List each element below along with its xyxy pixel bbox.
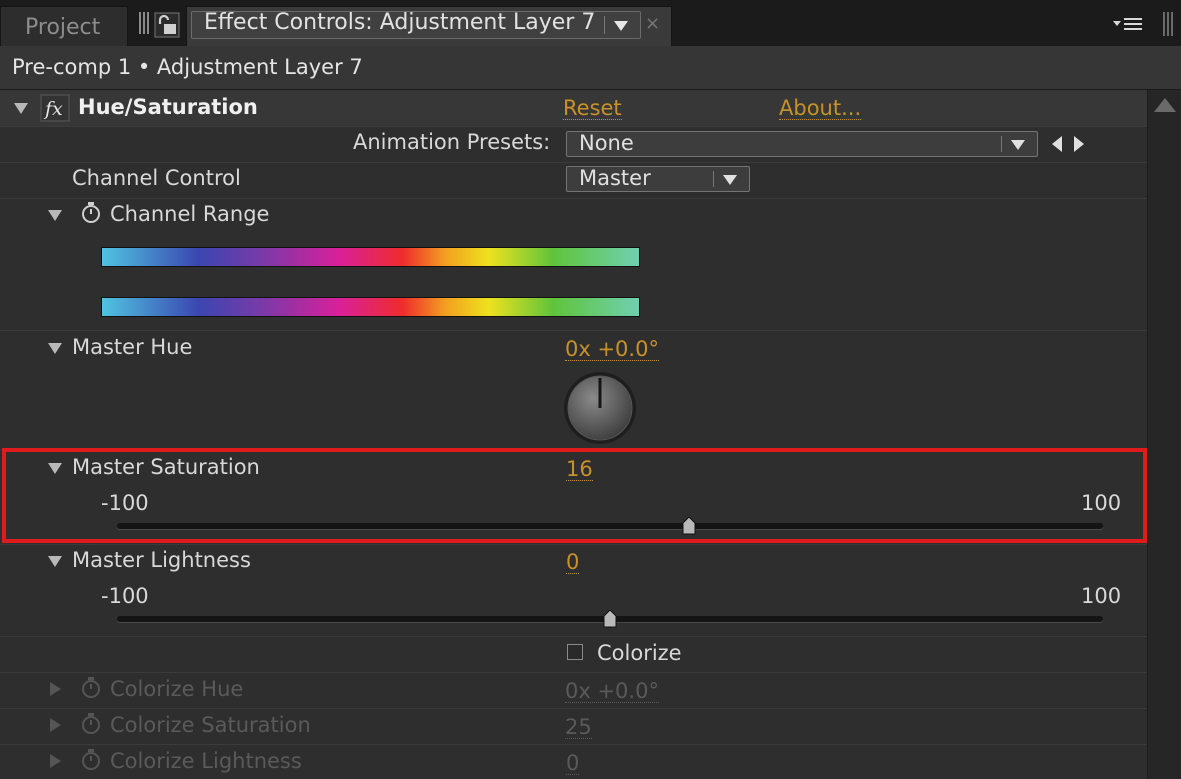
- master-lightness-min: -100: [101, 584, 149, 608]
- animation-presets-label: Animation Presets:: [353, 130, 551, 154]
- colorize-lightness-value: 0: [566, 751, 580, 775]
- row-divider: [0, 744, 1147, 745]
- animation-presets-value: None: [579, 131, 634, 155]
- row-divider: [0, 636, 1147, 637]
- chevron-down-icon: [614, 21, 628, 31]
- twirl-triangle-icon[interactable]: [48, 343, 62, 354]
- effect-controls-layer-dropdown[interactable]: Effect Controls: Adjustment Layer 7: [191, 10, 641, 39]
- breadcrumb: Pre-comp 1 • Adjustment Layer 7: [0, 46, 1181, 90]
- master-lightness-slider-thumb[interactable]: [602, 610, 618, 628]
- twirl-triangle-icon: [50, 682, 61, 696]
- scroll-up-icon[interactable]: [1154, 98, 1176, 112]
- row-divider: [0, 544, 1147, 545]
- tab-project[interactable]: Project: [0, 6, 128, 46]
- fx-glyph: fx: [43, 98, 63, 120]
- next-preset-icon[interactable]: [1072, 135, 1086, 153]
- row-divider: [0, 198, 1147, 199]
- channel-range-top-spectrum[interactable]: [101, 247, 640, 267]
- twirl-triangle-icon[interactable]: [48, 556, 62, 567]
- stopwatch-icon: [82, 713, 100, 734]
- colorize-label: Colorize: [597, 641, 682, 665]
- stopwatch-icon: [82, 749, 100, 770]
- breadcrumb-text: Pre-comp 1 • Adjustment Layer 7: [12, 55, 363, 79]
- colorize-checkbox[interactable]: [567, 644, 583, 660]
- dropdown-separator: [604, 16, 605, 34]
- twirl-triangle-icon: [50, 754, 61, 768]
- channel-control-dropdown[interactable]: Master: [566, 166, 750, 192]
- twirl-triangle-icon[interactable]: [14, 103, 28, 114]
- channel-range-bottom-spectrum[interactable]: [101, 297, 640, 317]
- stopwatch-icon: [82, 677, 100, 698]
- highlight-box: [2, 448, 1147, 543]
- chevron-down-icon: [1011, 140, 1025, 150]
- dropdown-separator: [1001, 136, 1002, 152]
- stopwatch-icon[interactable]: [79, 201, 103, 225]
- channel-control-value: Master: [579, 166, 651, 190]
- panel-grip-icon[interactable]: [139, 12, 149, 34]
- twirl-triangle-icon[interactable]: [48, 210, 62, 221]
- master-hue-label: Master Hue: [72, 335, 193, 359]
- chevron-down-icon: [723, 175, 737, 185]
- prev-preset-icon[interactable]: [1050, 135, 1064, 153]
- colorize-hue-value: 0x +0.0°: [565, 679, 659, 703]
- hue-dial-icon[interactable]: [561, 370, 639, 446]
- panel-menu-icon[interactable]: [1113, 14, 1145, 34]
- fx-icon[interactable]: fx: [40, 94, 70, 122]
- effect-name: Hue/Saturation: [78, 95, 258, 119]
- twirl-triangle-icon: [50, 718, 61, 732]
- tab-effect-controls[interactable]: Effect Controls: Adjustment Layer 7 ×: [186, 6, 672, 46]
- master-lightness-label: Master Lightness: [72, 548, 251, 572]
- master-lightness-value[interactable]: 0: [566, 551, 580, 574]
- reset-link[interactable]: Reset: [563, 97, 622, 120]
- row-divider: [0, 162, 1147, 163]
- master-lightness-max: 100: [1081, 584, 1122, 608]
- master-hue-value[interactable]: 0x +0.0°: [565, 338, 659, 361]
- animation-presets-dropdown[interactable]: None: [566, 131, 1038, 157]
- colorize-saturation-value: 25: [565, 715, 592, 739]
- about-link[interactable]: About...: [779, 97, 862, 120]
- effect-controls-tab-label: Effect Controls: Adjustment Layer 7: [204, 10, 596, 35]
- colorize-lightness-label: Colorize Lightness: [110, 749, 302, 773]
- close-icon[interactable]: ×: [645, 13, 660, 34]
- colorize-saturation-label: Colorize Saturation: [110, 713, 311, 737]
- row-divider: [0, 708, 1147, 709]
- panel-grip-icon[interactable]: [1163, 12, 1173, 36]
- vertical-scrollbar[interactable]: [1147, 90, 1181, 779]
- row-divider: [0, 330, 1147, 331]
- channel-control-label: Channel Control: [72, 166, 241, 190]
- row-divider: [0, 126, 1147, 127]
- effect-controls-panel: fx Hue/Saturation Reset About... Animati…: [0, 90, 1147, 779]
- colorize-hue-label: Colorize Hue: [110, 677, 244, 701]
- row-divider: [0, 672, 1147, 673]
- lock-icon[interactable]: [154, 12, 180, 38]
- tab-project-label: Project: [25, 15, 101, 40]
- channel-range-label: Channel Range: [110, 202, 270, 226]
- dropdown-separator: [713, 171, 714, 187]
